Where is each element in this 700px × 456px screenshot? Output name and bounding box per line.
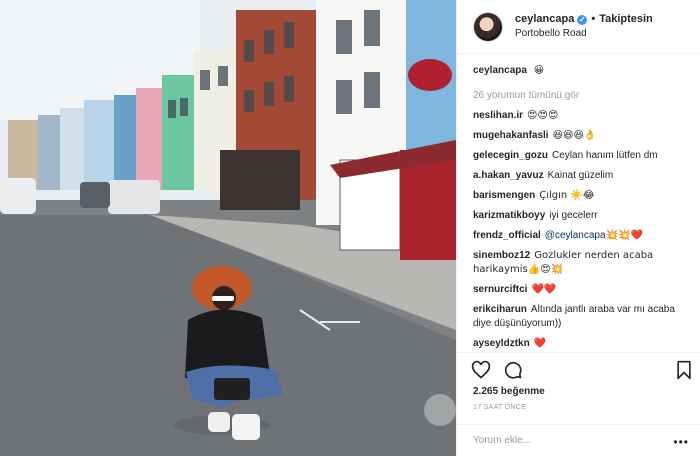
comment-item: a.hakan_yavuz Kainat güzelim — [473, 169, 684, 183]
comment-username[interactable]: karizmatikboyy — [473, 210, 545, 221]
comments-list[interactable]: ceylancapa 😀 26 yorumun tümünü gör nesli… — [457, 54, 700, 352]
comment-text: 😍😍😍 — [527, 110, 559, 121]
comment-text: ❤️ — [533, 338, 547, 349]
street-scene-image — [0, 0, 456, 456]
comment-text: 💥💥❤️ — [605, 230, 643, 241]
header-text: ceylancapa ✓ • Takiptesin Portobello Roa… — [515, 13, 653, 40]
comment-text: 😆😆😆👌 — [552, 130, 597, 141]
comment-item: ayseyldztkn ❤️ — [473, 337, 684, 351]
comment-username[interactable]: barismengen — [473, 190, 535, 201]
post-sidebar: ceylancapa ✓ • Takiptesin Portobello Roa… — [456, 0, 700, 456]
separator-dot: • — [591, 12, 596, 25]
comment-text: Çılgın ☀️😂 — [539, 190, 595, 201]
header-user-line: ceylancapa ✓ • Takiptesin — [515, 13, 653, 26]
caption: ceylancapa 😀 — [473, 64, 684, 78]
header-username[interactable]: ceylancapa — [515, 13, 574, 26]
comment-item: sernurciftci ❤️❤️ — [473, 283, 684, 297]
comment-item: gelecegin_gozu Ceylan hanım lütfen dm — [473, 149, 684, 163]
comment-item: mugehakanfasli 😆😆😆👌 — [473, 129, 684, 143]
comment-text: iyi gecelerr — [549, 210, 598, 221]
comment-username[interactable]: a.hakan_yavuz — [473, 170, 544, 181]
follow-button[interactable]: Takiptesin — [599, 13, 653, 26]
location-link[interactable]: Portobello Road — [515, 28, 653, 40]
comment-item: karizmatikboyy iyi gecelerr — [473, 209, 684, 223]
add-comment-bar: ••• — [457, 424, 700, 456]
comment-username[interactable]: sernurciftci — [473, 284, 527, 295]
view-all-comments-link[interactable]: 26 yorumun tümünü gör — [473, 90, 684, 101]
comment-item: neslihan.ir 😍😍😍 — [473, 109, 684, 123]
caption-text: 😀 — [533, 65, 545, 76]
comment-text: Ceylan hanım lütfen dm — [552, 150, 658, 161]
more-options-icon[interactable]: ••• — [673, 435, 689, 449]
comment-bubble-icon[interactable] — [503, 360, 523, 380]
heart-icon[interactable] — [471, 360, 491, 380]
comment-mention[interactable]: @ceylancapa — [545, 230, 606, 241]
action-bar — [457, 352, 700, 386]
comment-username[interactable]: mugehakanfasli — [473, 130, 549, 141]
comment-username[interactable]: frendz_official — [473, 230, 541, 241]
comment-item: barismengen Çılgın ☀️😂 — [473, 189, 684, 203]
comment-username[interactable]: ayseyldztkn — [473, 338, 530, 349]
comment-item: frendz_official @ceylancapa💥💥❤️ — [473, 229, 684, 243]
comment-text: Kainat güzelim — [547, 170, 614, 181]
avatar[interactable] — [473, 11, 503, 42]
comment-username[interactable]: erikciharun — [473, 304, 527, 315]
post-timestamp: 17 SAAT ÖNCE — [473, 404, 527, 411]
caption-username[interactable]: ceylancapa — [473, 65, 527, 76]
post-photo[interactable] — [0, 0, 456, 456]
bookmark-icon[interactable] — [675, 360, 693, 380]
comment-username[interactable]: gelecegin_gozu — [473, 150, 548, 161]
comment-text: ❤️❤️ — [531, 284, 557, 295]
comment-item: sinemboz12 Gozlukler nerden acaba harikay… — [473, 249, 684, 277]
likes-count[interactable]: 2.265 beğenme — [473, 386, 545, 397]
post-header: ceylancapa ✓ • Takiptesin Portobello Roa… — [457, 0, 700, 54]
comment-input[interactable] — [473, 435, 653, 446]
verified-badge-icon: ✓ — [577, 14, 588, 25]
comment-username[interactable]: neslihan.ir — [473, 110, 523, 121]
comment-username[interactable]: sinemboz12 — [473, 250, 530, 261]
comment-item: erikciharun Altında jantlı araba var mı a… — [473, 303, 684, 331]
